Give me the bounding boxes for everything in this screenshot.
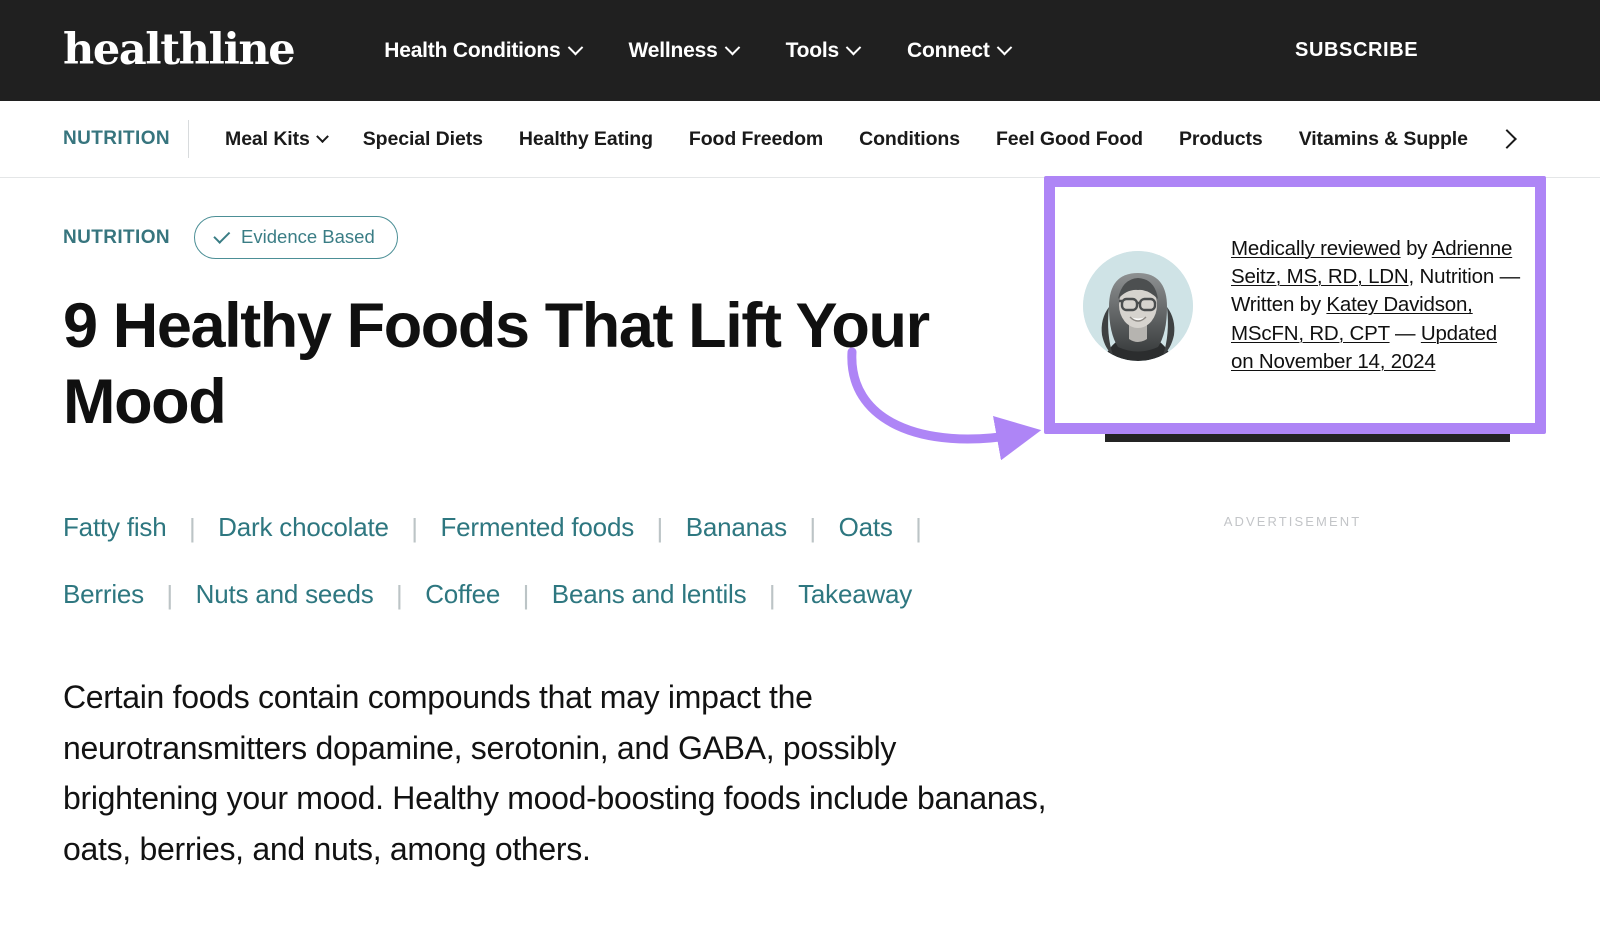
chevron-down-icon bbox=[845, 39, 862, 56]
byline-box: Medically reviewed by Adrienne Seitz, MS… bbox=[1045, 178, 1550, 433]
nav-item-wellness[interactable]: Wellness bbox=[605, 39, 762, 63]
primary-nav: Health Conditions Wellness Tools Connect bbox=[360, 39, 1033, 63]
jump-link-separator: | bbox=[768, 580, 776, 611]
check-icon bbox=[213, 226, 231, 244]
medically-reviewed-link[interactable]: Medically reviewed bbox=[1231, 237, 1401, 260]
jump-link-coffee[interactable]: Coffee bbox=[425, 579, 500, 609]
nav-item-label: Health Conditions bbox=[384, 38, 561, 62]
section-nav-items: Meal Kits Special Diets Healthy Eating F… bbox=[207, 128, 1517, 151]
evidence-based-badge[interactable]: Evidence Based bbox=[194, 216, 398, 259]
site-header: healthline Health Conditions Wellness To… bbox=[0, 0, 1600, 101]
chevron-down-icon bbox=[567, 39, 583, 56]
avatar-portrait bbox=[1083, 250, 1193, 361]
jump-link-separator: | bbox=[411, 513, 418, 544]
article-column: NUTRITION Evidence Based 9 Healthy Foods… bbox=[0, 178, 1047, 874]
section-nav-item-products[interactable]: Products bbox=[1161, 128, 1281, 151]
jump-link-nuts-and-seeds[interactable]: Nuts and seeds bbox=[196, 579, 374, 609]
page-title: 9 Healthy Foods That Lift Your Mood bbox=[63, 291, 930, 437]
evidence-based-label: Evidence Based bbox=[241, 226, 375, 247]
jump-link-fermented-foods[interactable]: Fermented foods bbox=[440, 512, 634, 542]
rail-dark-bar bbox=[1105, 432, 1510, 442]
nav-item-tools[interactable]: Tools bbox=[762, 39, 883, 63]
jump-link-takeaway[interactable]: Takeaway bbox=[798, 579, 912, 609]
subscribe-button[interactable]: SUBSCRIBE bbox=[1295, 39, 1600, 62]
section-nav-item-vitamins-supplements[interactable]: Vitamins & Supple bbox=[1281, 128, 1486, 151]
jump-link-bananas[interactable]: Bananas bbox=[686, 512, 787, 542]
section-nav-divider bbox=[188, 120, 190, 158]
jump-link-berries[interactable]: Berries bbox=[63, 579, 144, 609]
jump-link-separator: | bbox=[809, 513, 817, 544]
advertisement-label: ADVERTISEMENT bbox=[1223, 514, 1362, 529]
jump-link-separator: | bbox=[395, 580, 403, 611]
section-nav-item-label: Meal Kits bbox=[225, 127, 310, 150]
section-nav-item-feel-good-food[interactable]: Feel Good Food bbox=[978, 128, 1161, 151]
nav-item-label: Tools bbox=[785, 38, 840, 62]
article-meta-row: NUTRITION Evidence Based bbox=[63, 216, 1040, 259]
section-nav-item-food-freedom[interactable]: Food Freedom bbox=[671, 128, 841, 151]
article-jump-links: Fatty fish | Dark chocolate | Fermented … bbox=[63, 496, 1023, 630]
jump-link-separator: | bbox=[522, 580, 530, 611]
section-nav: NUTRITION Meal Kits Special Diets Health… bbox=[0, 101, 1600, 178]
nav-item-label: Connect bbox=[907, 38, 990, 62]
article-lede: Certain foods contain compounds that may… bbox=[63, 679, 1047, 867]
jump-link-fatty-fish[interactable]: Fatty fish bbox=[63, 512, 167, 542]
jump-link-separator: | bbox=[166, 580, 174, 611]
section-nav-item-healthy-eating[interactable]: Healthy Eating bbox=[501, 128, 671, 151]
jump-link-beans-and-lentils[interactable]: Beans and lentils bbox=[552, 579, 747, 609]
section-nav-item-conditions[interactable]: Conditions bbox=[841, 128, 978, 151]
nav-item-health-conditions[interactable]: Health Conditions bbox=[360, 39, 604, 63]
jump-link-oats[interactable]: Oats bbox=[839, 512, 893, 542]
chevron-down-icon bbox=[315, 129, 329, 143]
chevron-down-icon bbox=[996, 39, 1012, 56]
jump-link-separator: | bbox=[915, 513, 922, 544]
byline-dash-2: — bbox=[1389, 321, 1421, 345]
reviewer-department: , Nutrition bbox=[1408, 265, 1500, 289]
section-nav-item-meal-kits[interactable]: Meal Kits bbox=[207, 128, 345, 151]
section-nav-item-special-diets[interactable]: Special Diets bbox=[345, 128, 501, 151]
nav-item-label: Wellness bbox=[628, 38, 718, 62]
healthline-logo[interactable]: healthline bbox=[63, 29, 296, 72]
chevron-right-icon[interactable] bbox=[1496, 129, 1517, 149]
avatar bbox=[1083, 250, 1193, 361]
article-category[interactable]: NUTRITION bbox=[63, 227, 170, 249]
jump-link-dark-chocolate[interactable]: Dark chocolate bbox=[218, 512, 389, 542]
chevron-down-icon bbox=[724, 39, 740, 56]
right-rail: Medically reviewed by Adrienne Seitz, MS… bbox=[1040, 178, 1600, 948]
jump-link-separator: | bbox=[656, 513, 664, 544]
byline-text: Medically reviewed by Adrienne Seitz, MS… bbox=[1231, 235, 1521, 376]
jump-link-separator: | bbox=[188, 513, 196, 544]
nav-item-connect[interactable]: Connect bbox=[883, 39, 1034, 63]
section-nav-category[interactable]: NUTRITION bbox=[63, 128, 170, 150]
byline-by-1: by bbox=[1400, 236, 1432, 260]
